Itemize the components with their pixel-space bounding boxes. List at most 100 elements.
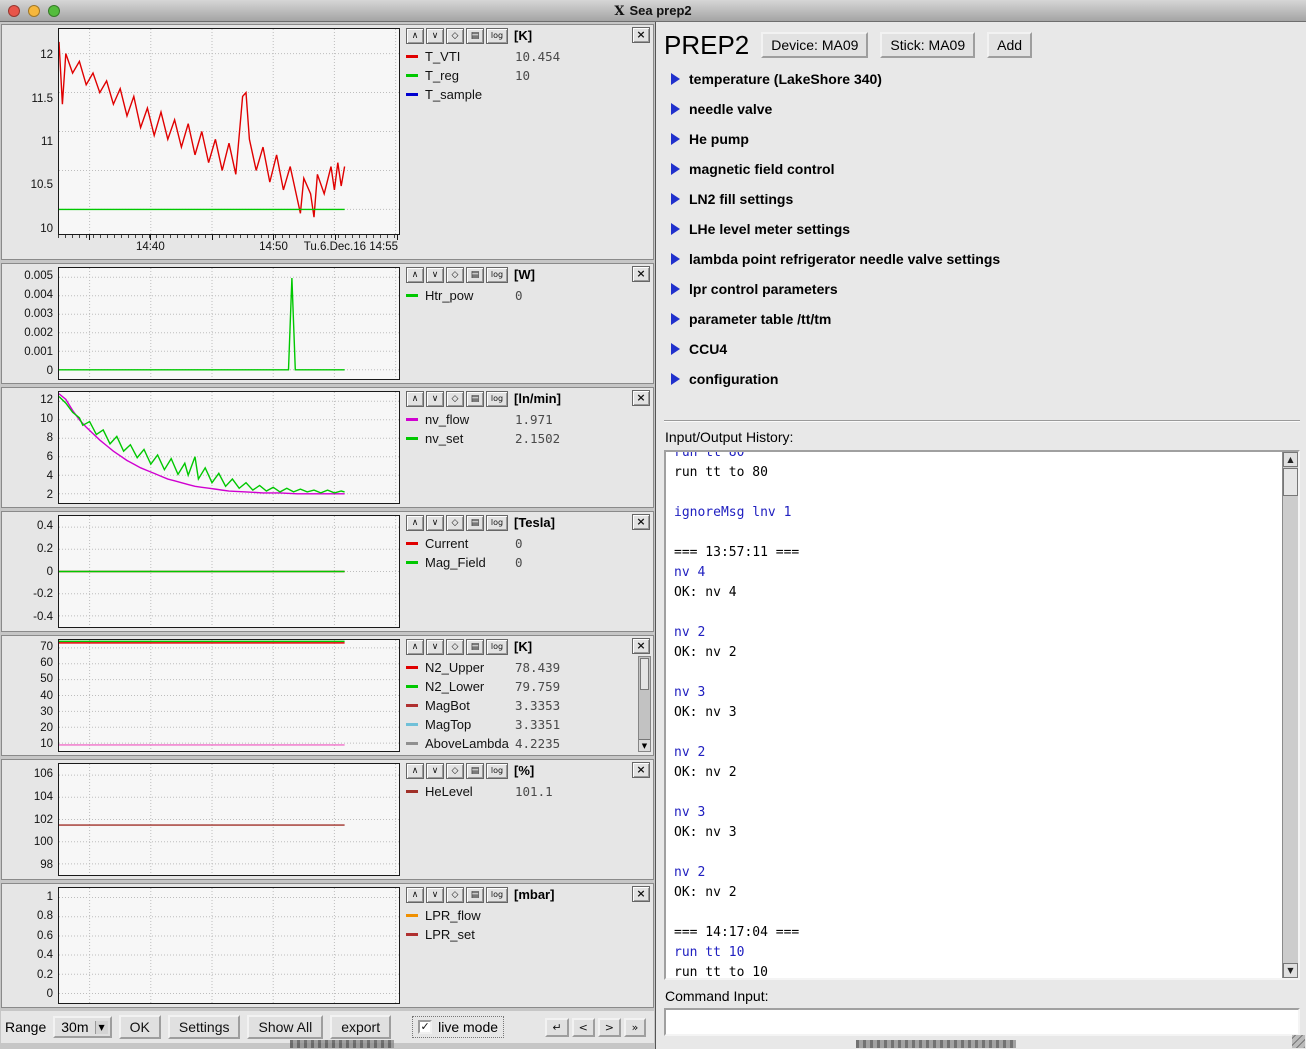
close-chart-button[interactable]: × xyxy=(632,638,650,654)
close-chart-button[interactable]: × xyxy=(632,762,650,778)
options-button[interactable]: ▤ xyxy=(466,887,484,903)
undo-zoom-button[interactable]: ↵ xyxy=(545,1018,568,1037)
scale-down-button[interactable]: ∨ xyxy=(426,391,444,407)
expand-triangle-icon[interactable] xyxy=(671,373,680,385)
expand-triangle-icon[interactable] xyxy=(671,283,680,295)
plot-area[interactable] xyxy=(58,28,400,235)
close-chart-button[interactable]: × xyxy=(632,390,650,406)
range-select[interactable]: 30m ▼ xyxy=(53,1016,111,1038)
legend-scroll-down-icon[interactable]: ▼ xyxy=(639,739,650,751)
options-button[interactable]: ▤ xyxy=(466,639,484,655)
legend-row[interactable]: LPR_set xyxy=(406,925,649,944)
legend-row[interactable]: nv_flow1.971 xyxy=(406,410,649,429)
export-button[interactable]: export xyxy=(330,1015,391,1039)
scale-down-button[interactable]: ∨ xyxy=(426,763,444,779)
scale-down-button[interactable]: ∨ xyxy=(426,515,444,531)
scale-up-button[interactable]: ∧ xyxy=(406,515,424,531)
tree-item-he-pump[interactable]: He pump xyxy=(664,124,1300,154)
legend-row[interactable]: AboveLambda4.2235 xyxy=(406,734,649,753)
io-history-console[interactable]: run tt 80run tt to 80 ignoreMsg lnv 1 ==… xyxy=(664,450,1300,980)
stick-button[interactable]: Stick: MA09 xyxy=(880,32,975,58)
expand-triangle-icon[interactable] xyxy=(671,313,680,325)
expand-triangle-icon[interactable] xyxy=(671,193,680,205)
close-chart-button[interactable]: × xyxy=(632,514,650,530)
log-button[interactable]: log xyxy=(486,887,508,903)
legend-row[interactable]: T_VTI10.454 xyxy=(406,47,649,66)
autoscale-button[interactable]: ◇ xyxy=(446,267,464,283)
tree-item-needle-valve[interactable]: needle valve xyxy=(664,94,1300,124)
device-button[interactable]: Device: MA09 xyxy=(761,32,868,58)
tree-item-configuration[interactable]: configuration xyxy=(664,364,1300,394)
scale-up-button[interactable]: ∧ xyxy=(406,639,424,655)
legend-row[interactable]: Current0 xyxy=(406,534,649,553)
zoom-window-button[interactable] xyxy=(48,5,60,17)
options-button[interactable]: ▤ xyxy=(466,391,484,407)
legend-row[interactable]: nv_set2.1502 xyxy=(406,429,649,448)
legend-row[interactable]: T_sample xyxy=(406,85,649,104)
expand-triangle-icon[interactable] xyxy=(671,163,680,175)
legend-row[interactable]: T_reg10 xyxy=(406,66,649,85)
log-button[interactable]: log xyxy=(486,267,508,283)
plot-area[interactable] xyxy=(58,267,400,380)
settings-button[interactable]: Settings xyxy=(168,1015,241,1039)
tree-item-lambda-point-refrigerator-needle-valve-settings[interactable]: lambda point refrigerator needle valve s… xyxy=(664,244,1300,274)
show-all-button[interactable]: Show All xyxy=(247,1015,323,1039)
add-button[interactable]: Add xyxy=(987,32,1032,58)
options-button[interactable]: ▤ xyxy=(466,515,484,531)
scroll-down-icon[interactable]: ▼ xyxy=(1283,963,1298,978)
expand-triangle-icon[interactable] xyxy=(671,103,680,115)
scale-down-button[interactable]: ∨ xyxy=(426,28,444,44)
log-button[interactable]: log xyxy=(486,763,508,779)
scale-down-button[interactable]: ∨ xyxy=(426,267,444,283)
options-button[interactable]: ▤ xyxy=(466,267,484,283)
scroll-up-icon[interactable]: ▲ xyxy=(1283,452,1298,467)
tree-item-lpr-control-parameters[interactable]: lpr control parameters xyxy=(664,274,1300,304)
legend-row[interactable]: LPR_flow xyxy=(406,906,649,925)
jump-to-end-button[interactable]: » xyxy=(624,1018,646,1037)
resize-grip[interactable] xyxy=(1292,1035,1305,1048)
options-button[interactable]: ▤ xyxy=(466,763,484,779)
command-input[interactable] xyxy=(664,1008,1300,1036)
autoscale-button[interactable]: ◇ xyxy=(446,28,464,44)
live-mode-checkbox[interactable]: ✓ xyxy=(418,1020,432,1034)
plot-area[interactable] xyxy=(58,887,400,1004)
autoscale-button[interactable]: ◇ xyxy=(446,515,464,531)
legend-row[interactable]: MagTop3.3351 xyxy=(406,715,649,734)
scale-up-button[interactable]: ∧ xyxy=(406,267,424,283)
close-chart-button[interactable]: × xyxy=(632,27,650,43)
autoscale-button[interactable]: ◇ xyxy=(446,763,464,779)
console-scrollbar[interactable]: ▲ ▼ xyxy=(1282,452,1298,978)
live-mode-toggle[interactable]: ✓ live mode xyxy=(412,1016,504,1038)
options-button[interactable]: ▤ xyxy=(466,28,484,44)
scale-up-button[interactable]: ∧ xyxy=(406,28,424,44)
scale-up-button[interactable]: ∧ xyxy=(406,391,424,407)
console-scrollbar-thumb[interactable] xyxy=(1283,468,1298,496)
legend-scrollbar-thumb[interactable] xyxy=(640,658,649,690)
autoscale-button[interactable]: ◇ xyxy=(446,887,464,903)
legend-row[interactable]: Htr_pow0 xyxy=(406,286,649,305)
scale-down-button[interactable]: ∨ xyxy=(426,887,444,903)
plot-area[interactable] xyxy=(58,391,400,504)
scale-up-button[interactable]: ∧ xyxy=(406,763,424,779)
expand-triangle-icon[interactable] xyxy=(671,73,680,85)
ok-button[interactable]: OK xyxy=(119,1015,161,1039)
log-button[interactable]: log xyxy=(486,515,508,531)
tree-item-lhe-level-meter-settings[interactable]: LHe level meter settings xyxy=(664,214,1300,244)
close-chart-button[interactable]: × xyxy=(632,886,650,902)
expand-triangle-icon[interactable] xyxy=(671,133,680,145)
close-chart-button[interactable]: × xyxy=(632,266,650,282)
pan-left-button[interactable]: < xyxy=(572,1018,595,1037)
plot-area[interactable] xyxy=(58,639,400,752)
tree-item-parameter-table-tt-tm[interactable]: parameter table /tt/tm xyxy=(664,304,1300,334)
expand-triangle-icon[interactable] xyxy=(671,343,680,355)
autoscale-button[interactable]: ◇ xyxy=(446,391,464,407)
scale-up-button[interactable]: ∧ xyxy=(406,887,424,903)
legend-row[interactable]: N2_Lower79.759 xyxy=(406,677,649,696)
plot-area[interactable] xyxy=(58,515,400,628)
tree-item-ccu4[interactable]: CCU4 xyxy=(664,334,1300,364)
legend-row[interactable]: N2_Upper78.439 xyxy=(406,658,649,677)
plot-area[interactable] xyxy=(58,763,400,876)
autoscale-button[interactable]: ◇ xyxy=(446,639,464,655)
legend-row[interactable]: MagBot3.3353 xyxy=(406,696,649,715)
pan-right-button[interactable]: > xyxy=(598,1018,621,1037)
